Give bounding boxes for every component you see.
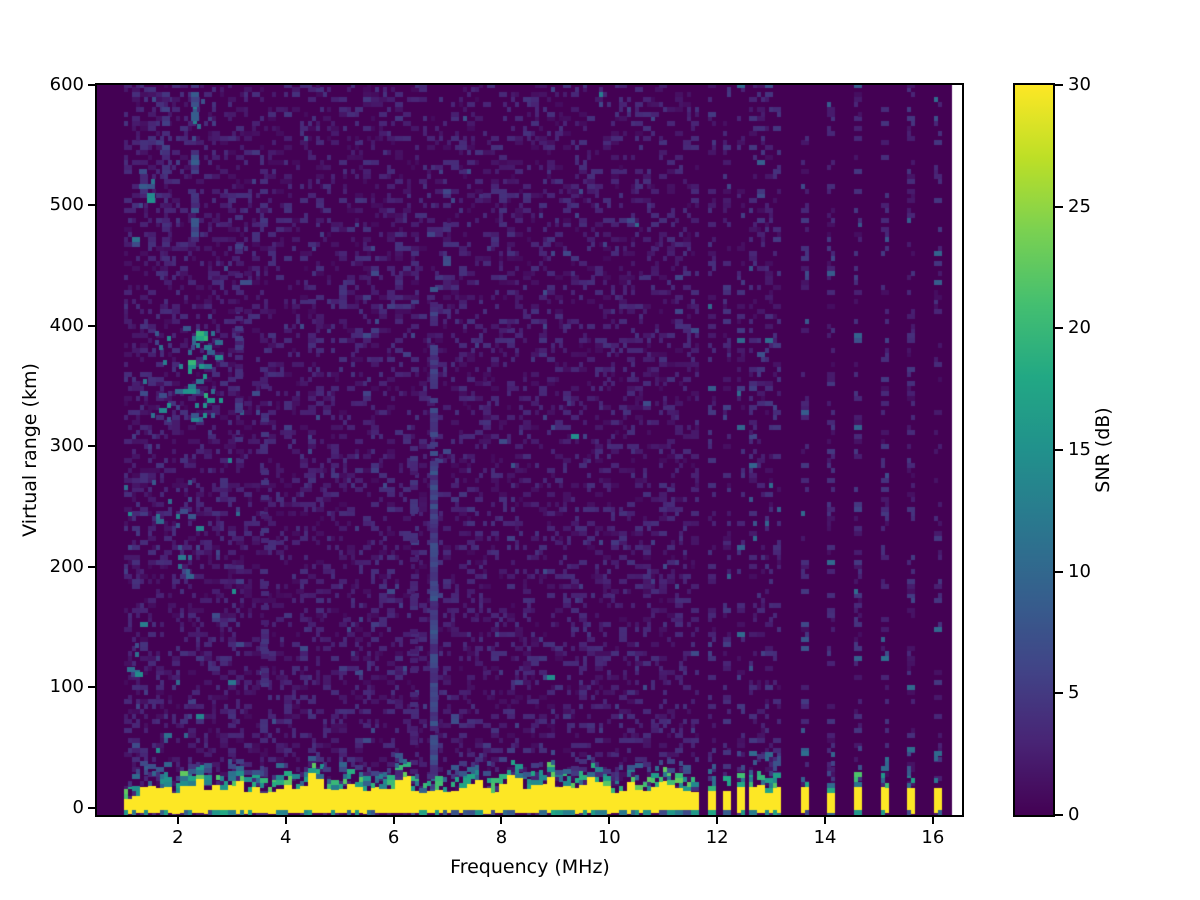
x-tick-label: 6: [387, 827, 400, 848]
colorbar-tick-label: 10: [1068, 560, 1091, 582]
colorbar-tick-label: 30: [1068, 74, 1091, 95]
y-tick: [88, 445, 97, 448]
y-tick-label: 500: [49, 194, 84, 216]
y-tick: [88, 565, 97, 568]
colorbar-tick: [1055, 327, 1063, 330]
colorbar-tick: [1055, 692, 1063, 695]
y-tick-label: 100: [49, 676, 84, 698]
y-tick: [88, 686, 97, 689]
x-tick: [284, 815, 287, 824]
colorbar-tick: [1055, 84, 1063, 86]
x-tick-label: 16: [921, 827, 945, 848]
x-tick: [500, 815, 503, 824]
x-tick: [931, 815, 934, 824]
ionogram-heatmap: [97, 85, 962, 815]
x-tick-label: 2: [172, 827, 184, 848]
colorbar-tick: [1055, 205, 1063, 208]
colorbar-tick-label: 20: [1068, 317, 1091, 339]
x-tick: [824, 815, 827, 824]
x-tick: [176, 815, 179, 824]
y-tick-label: 600: [49, 74, 84, 95]
y-tick-label: 0: [72, 796, 84, 818]
x-tick: [716, 815, 719, 824]
colorbar-tick: [1055, 814, 1063, 816]
y-tick: [88, 204, 97, 207]
x-tick-label: 4: [280, 827, 292, 848]
colorbar-tick: [1055, 570, 1063, 573]
x-tick-label: 12: [705, 827, 729, 848]
x-tick: [392, 815, 395, 824]
colorbar-tick: [1055, 449, 1063, 451]
x-tick-label: 10: [597, 827, 621, 848]
ionogram-figure: IRF Uppsala SDR Ionosonde UP158 2025-11-…: [0, 0, 1200, 900]
x-tick: [608, 815, 611, 824]
y-tick-label: 200: [49, 555, 84, 577]
colorbar-tick-label: 5: [1068, 682, 1080, 704]
y-tick: [88, 84, 97, 86]
colorbar-gradient: [1015, 85, 1053, 815]
colorbar-label: SNR (dB): [1092, 407, 1114, 493]
y-tick: [88, 806, 97, 809]
colorbar-tick-label: 0: [1068, 804, 1080, 825]
colorbar-tick-label: 25: [1068, 195, 1091, 217]
y-tick-label: 300: [49, 435, 84, 457]
y-tick: [88, 324, 97, 327]
colorbar-tick-label: 15: [1068, 439, 1091, 460]
y-tick-label: 400: [49, 314, 84, 336]
x-axis-label: Frequency (MHz): [450, 856, 610, 878]
x-tick-label: 8: [495, 827, 508, 848]
x-tick-label: 14: [813, 827, 837, 848]
